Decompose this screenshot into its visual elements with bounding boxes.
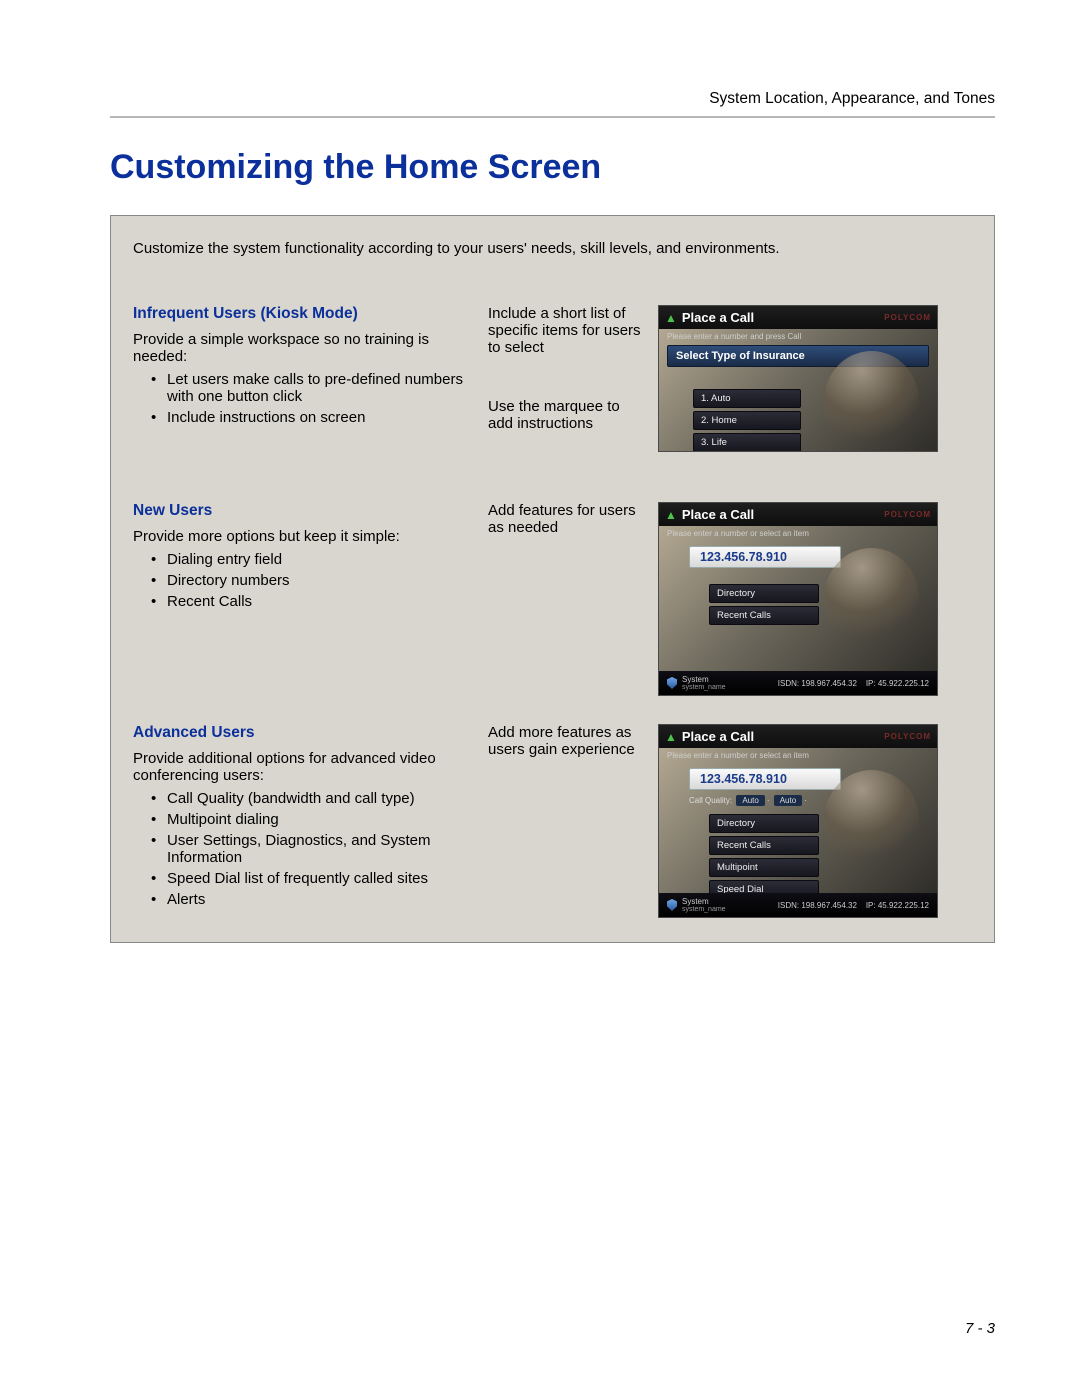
arrow-icon: ▲	[665, 311, 677, 325]
list-item: Let users make calls to pre-defined numb…	[151, 371, 478, 405]
shot-footer-sub: system_name	[682, 684, 726, 691]
shot-item: 2. Home	[693, 411, 801, 430]
row-infrequent: Infrequent Users (Kiosk Mode) Provide a …	[133, 305, 972, 474]
row-advanced: Advanced Users Provide additional option…	[133, 724, 972, 918]
shot-menu-item: Directory	[709, 584, 819, 603]
shot-brand: POLYCOM	[884, 510, 931, 519]
shot-title: Place a Call	[682, 310, 754, 325]
shot-footer-left: System	[682, 675, 726, 684]
shot-footer-right: IP: 45.922.225.12	[866, 679, 929, 688]
advanced-desc: Provide additional options for advanced …	[133, 750, 478, 784]
list-item: Recent Calls	[151, 593, 478, 610]
infrequent-desc: Provide a simple workspace so no trainin…	[133, 331, 478, 365]
shot-footer-left: System	[682, 897, 726, 906]
shot-menu-item: Recent Calls	[709, 606, 819, 625]
list-item: User Settings, Diagnostics, and System I…	[151, 832, 478, 866]
shot-title: Place a Call	[682, 507, 754, 522]
shot-footer: System system_name ISDN: 198.967.454.32 …	[659, 671, 937, 695]
list-item: Dialing entry field	[151, 551, 478, 568]
content-panel: Customize the system functionality accor…	[110, 215, 995, 943]
shot-bg-figure	[824, 351, 919, 451]
section-title-advanced: Advanced Users	[133, 724, 478, 742]
shot-hint: Please enter a number and press Call	[659, 329, 937, 343]
list-item: Directory numbers	[151, 572, 478, 589]
list-item: Include instructions on screen	[151, 409, 478, 426]
section-title-new: New Users	[133, 502, 478, 520]
intro-text: Customize the system functionality accor…	[133, 240, 972, 257]
shot-footer-mid: ISDN: 198.967.454.32	[778, 901, 857, 910]
shot-menu-item: Multipoint	[709, 858, 819, 877]
shot-dial-field: 123.456.78.910	[689, 768, 841, 790]
screenshot-kiosk: ▲ Place a Call POLYCOM Please enter a nu…	[658, 305, 938, 452]
shot-titlebar: ▲ Place a Call POLYCOM	[659, 503, 937, 526]
list-item: Call Quality (bandwidth and call type)	[151, 790, 478, 807]
shot-menu-item: Speed Dial	[709, 880, 819, 893]
new-bullets: Dialing entry field Directory numbers Re…	[151, 551, 478, 610]
shot-menu-item: Directory	[709, 814, 819, 833]
advanced-bullets: Call Quality (bandwidth and call type) M…	[151, 790, 478, 908]
list-item: Alerts	[151, 891, 478, 908]
screenshot-advanced: ▲ Place a Call POLYCOM Please enter a nu…	[658, 724, 938, 918]
shot-footer-mid: ISDN: 198.967.454.32	[778, 679, 857, 688]
shot-footer: System system_name ISDN: 198.967.454.32 …	[659, 893, 937, 917]
shot-hint: Please enter a number or select an item	[659, 526, 937, 540]
infrequent-note-b: Use the marquee to add instructions	[488, 398, 648, 432]
new-desc: Provide more options but keep it simple:	[133, 528, 478, 545]
shot-bg-figure	[824, 770, 919, 870]
list-item: Multipoint dialing	[151, 811, 478, 828]
shot-footer-sub: system_name	[682, 906, 726, 913]
shot-titlebar: ▲ Place a Call POLYCOM	[659, 725, 937, 748]
page-number: 7 - 3	[965, 1320, 995, 1337]
header-rule	[110, 116, 995, 118]
shot-item: 3. Life	[693, 433, 801, 451]
shot-brand: POLYCOM	[884, 732, 931, 741]
arrow-icon: ▲	[665, 508, 677, 522]
shot-brand: POLYCOM	[884, 313, 931, 322]
advanced-note-a: Add more features as users gain experien…	[488, 724, 648, 758]
row-new-users: New Users Provide more options but keep …	[133, 502, 972, 696]
new-note-a: Add features for users as needed	[488, 502, 648, 536]
shot-item: 1. Auto	[693, 389, 801, 408]
screenshot-new: ▲ Place a Call POLYCOM Please enter a nu…	[658, 502, 938, 696]
shot-bg-figure	[824, 548, 919, 648]
section-title-infrequent: Infrequent Users (Kiosk Mode)	[133, 305, 478, 323]
shot-hint: Please enter a number or select an item	[659, 748, 937, 762]
shot-menu-item: Recent Calls	[709, 836, 819, 855]
breadcrumb: System Location, Appearance, and Tones	[110, 90, 995, 108]
arrow-icon: ▲	[665, 730, 677, 744]
shield-icon	[667, 677, 677, 689]
shot-title: Place a Call	[682, 729, 754, 744]
infrequent-bullets: Let users make calls to pre-defined numb…	[151, 371, 478, 426]
page-title: Customizing the Home Screen	[110, 148, 995, 187]
shot-titlebar: ▲ Place a Call POLYCOM	[659, 306, 937, 329]
shot-dial-field: 123.456.78.910	[689, 546, 841, 568]
shield-icon	[667, 899, 677, 911]
infrequent-note-a: Include a short list of specific items f…	[488, 305, 648, 356]
list-item: Speed Dial list of frequently called sit…	[151, 870, 478, 887]
shot-footer-right: IP: 45.922.225.12	[866, 901, 929, 910]
